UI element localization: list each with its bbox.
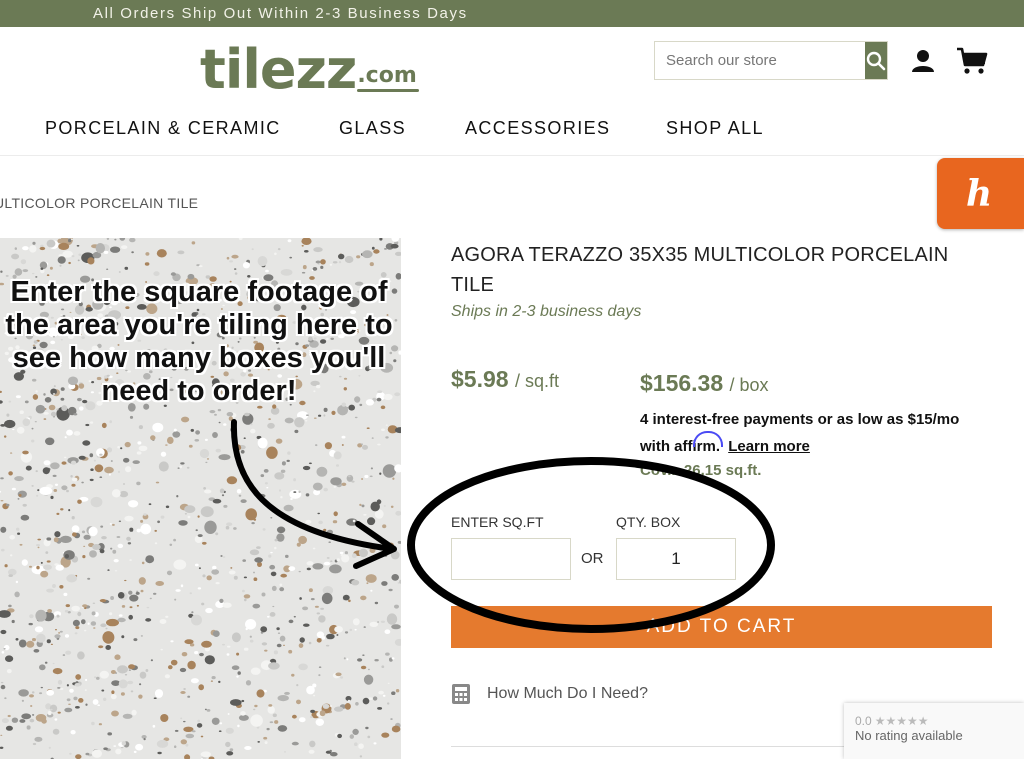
price-sqft-value: $5.98 [451, 366, 509, 392]
installments-line: 4 interest-free payments or as low as $1… [640, 411, 960, 428]
nav-glass[interactable]: GLASS [339, 118, 406, 139]
add-to-cart-button[interactable]: ADD TO CART [451, 606, 992, 648]
price-sqft-unit: / sq.ft [514, 371, 559, 391]
account-button[interactable] [910, 48, 936, 74]
qty-box-input[interactable] [616, 538, 736, 580]
search-icon [866, 51, 886, 70]
nav-porcelain-ceramic[interactable]: PORCELAIN & CERAMIC [45, 118, 281, 139]
star-icons: ★★★★★ [874, 714, 929, 728]
rating-stars: 0.0 ★★★★★ [855, 714, 1024, 728]
rating-text: No rating available [855, 728, 963, 743]
product-title: AGORA TERAZZO 35X35 MULTICOLOR PORCELAIN… [451, 244, 949, 296]
account-icon [912, 50, 934, 72]
cart-icon [957, 47, 988, 74]
logo-wordmark: tilezz [200, 38, 357, 101]
price-per-box: $156.38 / box [640, 370, 769, 397]
logo-suffix: .com [357, 63, 420, 92]
honey-icon: h [966, 172, 993, 215]
sqft-label: ENTER SQ.FT [451, 514, 544, 530]
how-much-link[interactable]: How Much Do I Need? [451, 683, 648, 705]
site-logo[interactable]: tilezz .com [200, 38, 420, 101]
honey-button[interactable]: h [937, 158, 1024, 229]
search-input[interactable] [655, 42, 865, 79]
rating-score: 0.0 [855, 714, 872, 728]
calculator-icon [452, 684, 470, 704]
price-per-sqft: $5.98 / sq.ft [451, 366, 559, 393]
learn-more-link[interactable]: Learn more [728, 438, 810, 455]
price-box-unit: / box [729, 375, 769, 395]
search-bar [654, 41, 888, 80]
or-separator: OR [581, 550, 604, 567]
affirm-logo: affirm [674, 438, 716, 455]
nav-accessories[interactable]: ACCESSORIES [465, 118, 610, 139]
installments-info: 4 interest-free payments or as low as $1… [640, 406, 1000, 460]
cart-button[interactable] [956, 46, 988, 76]
installments-with: with [640, 438, 670, 455]
box-coverage: Cov... 26.15 sq.ft. [640, 462, 762, 479]
shipping-note: Ships in 2-3 business days [451, 303, 642, 320]
sqft-input[interactable] [451, 538, 571, 580]
how-much-label: How Much Do I Need? [487, 685, 648, 702]
search-button[interactable] [865, 42, 887, 79]
price-box-value: $156.38 [640, 370, 724, 396]
qty-label: QTY. BOX [616, 514, 681, 530]
instruction-callout: Enter the square footage of the area you… [5, 276, 393, 407]
announcement-bar: All Orders Ship Out Within 2-3 Business … [0, 0, 1024, 27]
breadcrumb: ULTICOLOR PORCELAIN TILE [0, 195, 199, 211]
rating-widget[interactable]: 0.0 ★★★★★ No rating available [844, 703, 1024, 759]
nav-shop-all[interactable]: SHOP ALL [666, 118, 764, 139]
main-nav: PORCELAIN & CERAMIC GLASS ACCESSORIES SH… [0, 114, 1024, 156]
